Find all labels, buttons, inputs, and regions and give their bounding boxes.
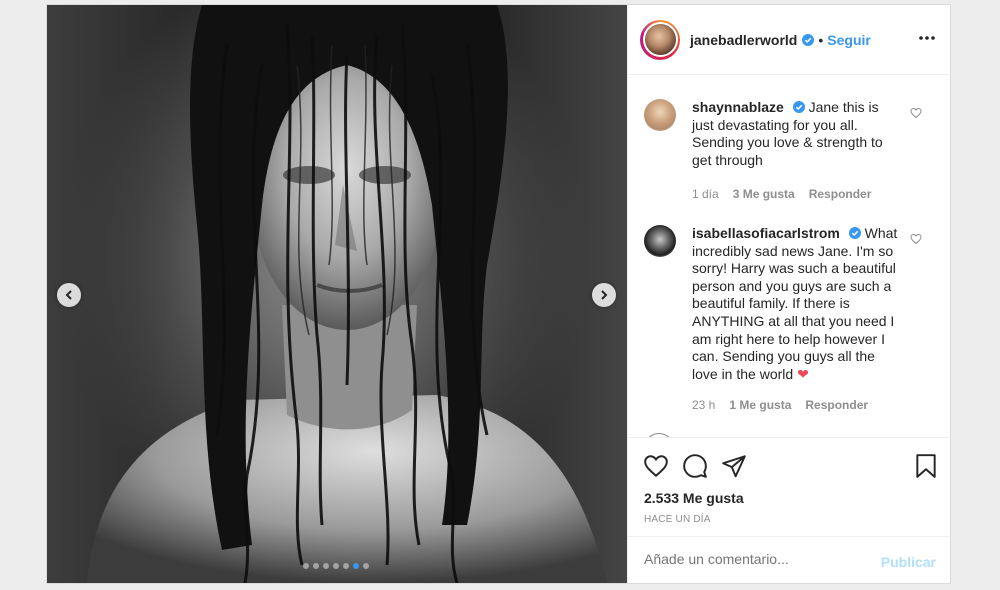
carousel-dot <box>323 563 329 569</box>
comment-time[interactable]: 1 día <box>692 187 719 201</box>
comment-time[interactable]: 23 h <box>692 398 715 412</box>
header-separator: • <box>818 31 824 48</box>
comment-likes[interactable]: 3 Me gusta <box>733 187 795 201</box>
bookmark-icon[interactable] <box>914 453 938 479</box>
commenter-avatar[interactable] <box>644 225 676 257</box>
likes-count[interactable]: 2.533 Me gusta <box>644 490 744 506</box>
author-username[interactable]: janebadlerworld <box>690 32 797 48</box>
comment-like-icon[interactable] <box>910 233 922 245</box>
verified-badge-icon <box>792 101 805 113</box>
chevron-left-icon <box>65 290 72 300</box>
comment-meta: 23 h 1 Me gusta Responder <box>692 398 868 412</box>
heart-emoji: ❤ <box>797 365 809 382</box>
comment-input[interactable] <box>644 551 864 567</box>
comment-like-icon[interactable] <box>910 107 922 119</box>
next-slide-button[interactable] <box>592 283 616 307</box>
post-header: janebadlerworld • Seguir <box>628 5 950 75</box>
commenter-avatar[interactable] <box>644 99 676 131</box>
post-timestamp[interactable]: HACE UN DÍA <box>644 514 711 525</box>
carousel-dot <box>353 563 359 569</box>
verified-badge-icon <box>802 33 815 46</box>
publish-button[interactable]: Publicar <box>881 554 936 570</box>
comment-text: isabellasofiacarlstrom What incredibly s… <box>692 225 902 383</box>
reply-button[interactable]: Responder <box>809 187 872 201</box>
comment-text: shaynnablaze Jane this is just devastati… <box>692 99 902 169</box>
reply-button[interactable]: Responder <box>805 398 868 412</box>
carousel-indicator <box>303 563 369 569</box>
carousel-dot <box>333 563 339 569</box>
author-avatar[interactable] <box>640 19 680 60</box>
share-icon[interactable] <box>721 453 747 479</box>
heart-icon[interactable] <box>643 453 669 479</box>
comment-likes[interactable]: 1 Me gusta <box>729 398 791 412</box>
carousel-dot <box>303 563 309 569</box>
comment-icon[interactable] <box>682 453 708 479</box>
more-options-icon[interactable] <box>918 29 936 47</box>
follow-button[interactable]: Seguir <box>827 32 871 48</box>
post-side-panel: janebadlerworld • Seguir shaynnablaze Ja… <box>627 5 950 583</box>
commenter-username[interactable]: isabellasofiacarlstrom <box>692 225 840 241</box>
comment-meta: 1 día 3 Me gusta Responder <box>692 187 871 201</box>
comment-composer: Publicar <box>628 536 950 584</box>
portrait-photo <box>87 5 607 583</box>
comment-message: What incredibly sad news Jane. I'm so so… <box>692 225 898 382</box>
post-actions: 2.533 Me gusta HACE UN DÍA Publicar <box>628 437 950 577</box>
chevron-right-icon <box>601 290 608 300</box>
comments-list[interactable]: shaynnablaze Jane this is just devastati… <box>628 75 950 437</box>
carousel-dot <box>313 563 319 569</box>
carousel-dot <box>363 563 369 569</box>
post-dialog: janebadlerworld • Seguir shaynnablaze Ja… <box>46 4 951 584</box>
commenter-username[interactable]: shaynnablaze <box>692 99 784 115</box>
carousel-dot <box>343 563 349 569</box>
post-media[interactable] <box>47 5 627 583</box>
verified-badge-icon <box>848 227 861 239</box>
previous-slide-button[interactable] <box>57 283 81 307</box>
